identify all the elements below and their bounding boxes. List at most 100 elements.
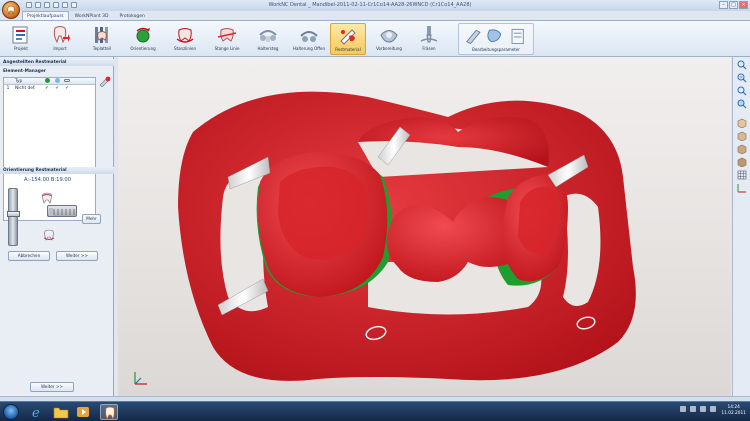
- close-button[interactable]: ×: [739, 1, 748, 9]
- worknc-app-icon: [105, 406, 115, 421]
- view-toolbar: [732, 57, 750, 396]
- clock-date: 11.02.2011: [721, 411, 746, 416]
- view-iso-icon[interactable]: [736, 157, 748, 167]
- import-button[interactable]: Import: [45, 23, 75, 55]
- start-button[interactable]: [3, 404, 19, 420]
- restmaterial-button[interactable]: Restmaterial: [330, 23, 366, 55]
- bearbeitungsparameter-button[interactable]: Bearbeitungsparameter: [458, 23, 534, 55]
- abbrechen-button[interactable]: Abbrechen: [8, 251, 50, 261]
- zoom-out-icon[interactable]: [736, 86, 748, 96]
- tray-power-icon[interactable]: [710, 406, 716, 412]
- title-bar: WorkNC Dental _ Mandibel-2011-02-11-Cr1C…: [0, 0, 750, 11]
- save-icon[interactable]: [44, 2, 50, 8]
- slider-thumb[interactable]: [7, 211, 20, 217]
- taskbar-ie[interactable]: e: [28, 404, 46, 421]
- vorbereitung-button[interactable]: Vorbereitung: [370, 23, 408, 55]
- ribbon: Projekt Import Teplatteil Orientierung S…: [0, 20, 750, 57]
- application-menu-button[interactable]: [2, 1, 20, 19]
- teplatteil-label: Teplatteil: [92, 46, 112, 51]
- open-icon[interactable]: [35, 2, 41, 8]
- haltersteg-label: Haltersteg: [257, 46, 279, 51]
- redo-icon[interactable]: [62, 2, 68, 8]
- tooth-rotate-down-icon[interactable]: [42, 229, 56, 241]
- bearbeitungsparameter-label: Bearbeitungsparameter: [472, 47, 520, 52]
- left-panel: Angestellten Restmaterial Element-Manage…: [0, 57, 114, 397]
- taskbar-explorer[interactable]: [52, 404, 70, 420]
- tab-worknplant-3d[interactable]: WorkNPlant 3D: [70, 11, 114, 20]
- machining-parameter-icons: [466, 28, 524, 45]
- view-top-icon[interactable]: [736, 118, 748, 128]
- row-check-visible[interactable]: ✔: [42, 85, 52, 92]
- dental-model-render: [178, 91, 636, 381]
- grid-icon[interactable]: [736, 170, 748, 180]
- taskbar-media[interactable]: [74, 404, 92, 420]
- orientierung-button[interactable]: Orientierung: [126, 23, 160, 55]
- tray-volume-icon[interactable]: [700, 406, 706, 412]
- tab-protokogen[interactable]: Protokogen: [115, 11, 150, 20]
- tray-network-icon[interactable]: [690, 406, 696, 412]
- preparation-icon: [380, 30, 398, 43]
- import-label: Import: [53, 46, 67, 51]
- maximize-button[interactable]: □: [729, 1, 738, 9]
- axis-view-icon[interactable]: [736, 183, 748, 193]
- undo-icon[interactable]: [53, 2, 59, 8]
- haltersteg-button[interactable]: Haltersteg: [252, 23, 284, 55]
- view-side-icon[interactable]: [736, 144, 748, 154]
- taskbar-worknc[interactable]: [100, 404, 118, 421]
- zoom-window-icon[interactable]: [736, 99, 748, 109]
- col-typ: Typ: [15, 79, 23, 84]
- tray-flag-icon[interactable]: [680, 406, 686, 412]
- bar-line-icon: [217, 28, 237, 42]
- holder-open-icon: [300, 31, 318, 42]
- crown-left-inner: [278, 166, 369, 260]
- window-title: WorkNC Dental _ Mandibel-2011-02-11-Cr1C…: [268, 2, 472, 8]
- rotation-dial[interactable]: [47, 205, 77, 217]
- axis-triad-icon: [134, 372, 147, 385]
- minimize-button[interactable]: –: [719, 1, 728, 9]
- orientation-title: Orientierung Restmaterial: [0, 167, 114, 174]
- 3d-viewport[interactable]: [118, 57, 731, 396]
- zoom-fit-icon[interactable]: [736, 60, 748, 70]
- clock[interactable]: 14:24 11.02.2011: [721, 405, 746, 417]
- fraesen-label: Fräsen: [422, 46, 436, 51]
- stanzlinien-label: Stanzlinien: [173, 46, 197, 51]
- restmaterial-label: Restmaterial: [335, 47, 361, 52]
- table-header: Typ: [4, 78, 95, 85]
- window-controls: – □ ×: [719, 1, 748, 9]
- new-icon[interactable]: [26, 2, 32, 8]
- windows-taskbar: e 14:24 11.02.2011: [0, 401, 750, 421]
- teplatteil-button[interactable]: Teplatteil: [86, 23, 118, 55]
- table-row[interactable]: 1 Nicht def. ✔ ✔ ✔: [4, 85, 95, 92]
- rest-material-icon: [340, 29, 356, 45]
- fraesen-button[interactable]: Fräsen: [412, 23, 446, 55]
- vorbereitung-label: Vorbereitung: [376, 46, 402, 51]
- weiter-bottom-button[interactable]: Weiter >>: [30, 382, 74, 392]
- ribbon-tabs: Projektlaufpaurs WorkNPlant 3D Protokoge…: [22, 11, 150, 20]
- orientierung-label: Orientierung: [130, 46, 156, 51]
- folder-icon: [53, 407, 69, 419]
- row-check-active[interactable]: ✔: [52, 85, 62, 92]
- weiter-button[interactable]: Weiter >>: [56, 251, 98, 261]
- view-front-icon[interactable]: [736, 131, 748, 141]
- holder-bridge-icon: [259, 30, 277, 42]
- svg-text:e: e: [32, 406, 40, 420]
- tooth-rotate-up-icon[interactable]: [40, 192, 54, 204]
- halterung-offen-button[interactable]: Halterung Offen: [290, 23, 328, 55]
- row-check-link[interactable]: ✔: [62, 85, 72, 92]
- help-icon[interactable]: [71, 2, 77, 8]
- tool-settings-icon[interactable]: [99, 76, 111, 87]
- halterung-offen-label: Halterung Offen: [292, 46, 326, 51]
- row-type: Nicht def.: [15, 86, 36, 91]
- stanzlinien-button[interactable]: Stanzlinien: [168, 23, 202, 55]
- tab-projektlaufpaurs[interactable]: Projektlaufpaurs: [22, 11, 69, 20]
- stange-linie-button[interactable]: Stange Linie: [210, 23, 244, 55]
- col-active: [52, 78, 62, 84]
- quick-access-toolbar: [26, 2, 77, 10]
- angle-slider[interactable]: [7, 188, 20, 246]
- milling-icon: [420, 26, 438, 43]
- dial-ticks-icon: [49, 208, 75, 216]
- projekt-button[interactable]: Projekt: [6, 23, 36, 55]
- mehr-button[interactable]: Mehr: [82, 214, 101, 224]
- projekt-label: Projekt: [14, 46, 28, 51]
- zoom-in-icon[interactable]: [736, 73, 748, 83]
